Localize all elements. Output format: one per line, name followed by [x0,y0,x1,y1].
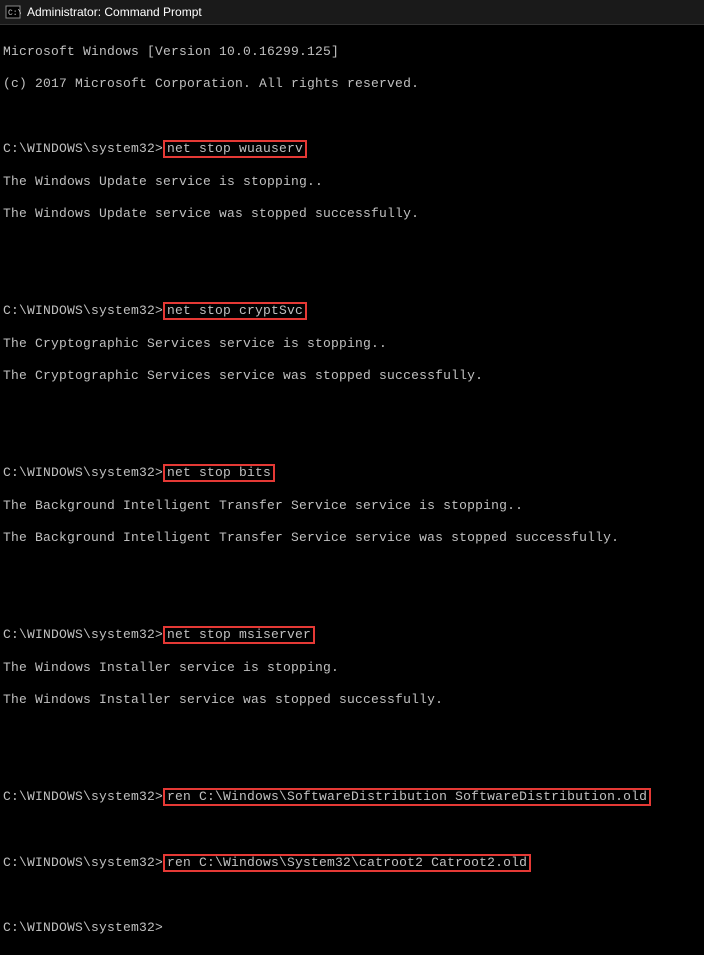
cmd-line: C:\WINDOWS\system32>net stop wuauserv [3,140,701,158]
cmd-line: C:\WINDOWS\system32>ren C:\Windows\Syste… [3,854,701,872]
version-line: Microsoft Windows [Version 10.0.16299.12… [3,44,701,60]
output-line: The Background Intelligent Transfer Serv… [3,530,701,546]
cmd-line-current[interactable]: C:\WINDOWS\system32> [3,920,701,936]
output-line: The Windows Installer service was stoppe… [3,692,701,708]
cmd-line: C:\WINDOWS\system32>net stop cryptSvc [3,302,701,320]
blank-line [3,594,701,610]
prompt: C:\WINDOWS\system32> [3,789,163,804]
window-titlebar: C:\ Administrator: Command Prompt [0,0,704,25]
blank-line [3,238,701,254]
blank-line [3,822,701,838]
blank-line [3,108,701,124]
blank-line [3,270,701,286]
highlighted-command: net stop cryptSvc [163,302,307,320]
highlighted-command: ren C:\Windows\System32\catroot2 Catroot… [163,854,531,872]
window-title: Administrator: Command Prompt [27,5,202,19]
blank-line [3,756,701,772]
prompt: C:\WINDOWS\system32> [3,855,163,870]
highlighted-command: net stop msiserver [163,626,315,644]
blank-line [3,888,701,904]
prompt: C:\WINDOWS\system32> [3,627,163,642]
copyright-line: (c) 2017 Microsoft Corporation. All righ… [3,76,701,92]
blank-line [3,562,701,578]
prompt: C:\WINDOWS\system32> [3,920,163,935]
cmd-line: C:\WINDOWS\system32>ren C:\Windows\Softw… [3,788,701,806]
output-line: The Cryptographic Services service is st… [3,336,701,352]
output-line: The Windows Update service was stopped s… [3,206,701,222]
highlighted-command: net stop bits [163,464,275,482]
svg-text:C:\: C:\ [8,9,21,18]
terminal-output[interactable]: Microsoft Windows [Version 10.0.16299.12… [0,25,704,955]
cmd-line: C:\WINDOWS\system32>net stop bits [3,464,701,482]
blank-line [3,724,701,740]
cmd-icon: C:\ [5,4,21,20]
prompt: C:\WINDOWS\system32> [3,303,163,318]
output-line: The Windows Installer service is stoppin… [3,660,701,676]
output-line: The Cryptographic Services service was s… [3,368,701,384]
prompt: C:\WINDOWS\system32> [3,141,163,156]
prompt: C:\WINDOWS\system32> [3,465,163,480]
highlighted-command: net stop wuauserv [163,140,307,158]
cmd-line: C:\WINDOWS\system32>net stop msiserver [3,626,701,644]
blank-line [3,432,701,448]
highlighted-command: ren C:\Windows\SoftwareDistribution Soft… [163,788,651,806]
output-line: The Background Intelligent Transfer Serv… [3,498,701,514]
output-line: The Windows Update service is stopping.. [3,174,701,190]
blank-line [3,400,701,416]
